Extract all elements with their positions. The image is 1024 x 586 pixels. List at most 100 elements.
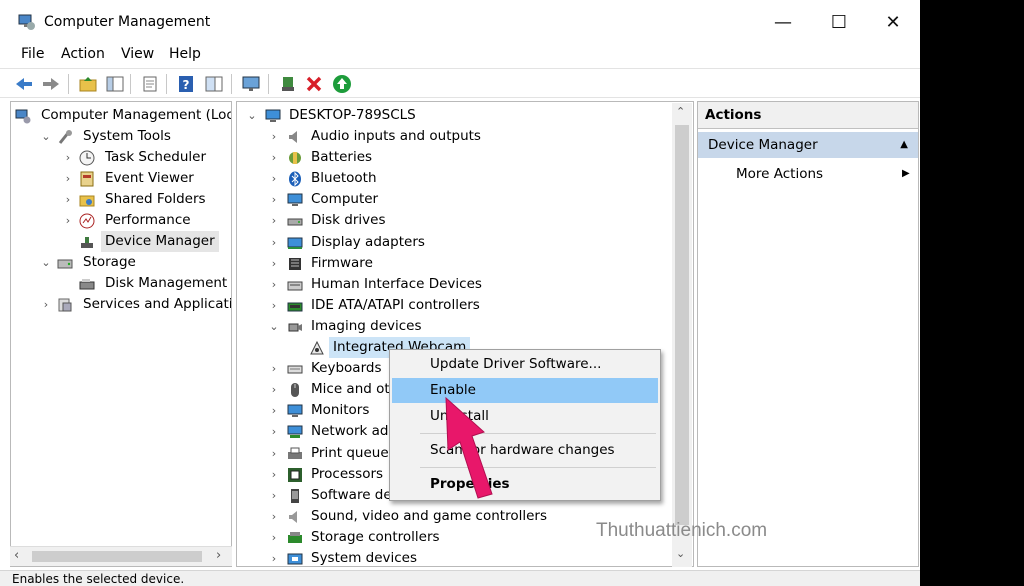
actions-section-device-manager[interactable]: Device Manager ▲ [698, 132, 918, 158]
tree-item-task-scheduler[interactable]: › Task Scheduler [61, 147, 231, 168]
close-button[interactable]: ✕ [870, 8, 916, 38]
computer-management-icon [18, 14, 35, 30]
menu-bar: File Action View Help [0, 44, 920, 66]
chevron-down-icon[interactable]: ⌄ [245, 105, 259, 126]
uninstall-red-x-icon[interactable] [303, 73, 325, 95]
bluetooth-icon [287, 171, 303, 187]
menu-action[interactable]: Action [61, 46, 105, 62]
minimize-button[interactable]: — [760, 8, 806, 38]
keyboard-icon [287, 361, 303, 377]
chevron-right-icon[interactable]: › [267, 548, 281, 566]
chevron-right-icon[interactable]: › [267, 210, 281, 231]
menu-file[interactable]: File [21, 46, 44, 62]
tree-item-event-viewer[interactable]: › Event Viewer [61, 168, 231, 189]
maximize-button[interactable]: ☐ [816, 8, 862, 38]
chevron-right-icon[interactable]: › [267, 506, 281, 527]
monitor-icon [287, 403, 303, 419]
chevron-right-icon[interactable]: › [267, 274, 281, 295]
computer-management-icon [15, 108, 31, 124]
update-driver-icon[interactable] [277, 73, 299, 95]
network-icon [287, 424, 303, 440]
device-category-human-interface-devices[interactable]: › Human Interface Devices [267, 274, 667, 295]
device-category-imaging-devices[interactable]: ⌄ Imaging devices [267, 316, 667, 337]
chevron-right-icon[interactable]: › [61, 147, 75, 168]
scroll-thumb[interactable] [675, 125, 689, 525]
device-tree-root[interactable]: ⌄ DESKTOP-789SCLS [245, 105, 645, 126]
scroll-down-icon[interactable]: ⌄ [676, 547, 685, 560]
storage-icon [57, 255, 73, 271]
device-category-label: Bluetooth [311, 170, 377, 187]
device-category-label: Firmware [311, 254, 373, 271]
console-tree-horizontal-scrollbar[interactable]: ‹ › [10, 546, 232, 566]
device-category-audio-inputs-and-outputs[interactable]: › Audio inputs and outputs [267, 126, 667, 147]
chevron-right-icon[interactable]: › [267, 147, 281, 168]
scroll-left-icon[interactable]: ‹ [14, 548, 19, 563]
device-category-label: Batteries [311, 149, 373, 166]
chevron-right-icon[interactable]: › [61, 189, 75, 210]
show-hide-console-tree-icon[interactable] [104, 73, 126, 95]
forward-arrow-icon[interactable] [40, 73, 62, 95]
device-category-disk-drives[interactable]: › Disk drives [267, 210, 667, 231]
tree-item-system-tools[interactable]: ⌄ System Tools [39, 126, 231, 147]
device-tree-vertical-scrollbar[interactable]: ⌃ ⌄ [672, 103, 692, 567]
tree-item-device-manager[interactable]: Device Manager [61, 231, 231, 252]
device-category-label: Print queues [311, 444, 396, 461]
chevron-right-icon[interactable]: › [267, 421, 281, 442]
help-icon[interactable]: ? [175, 73, 197, 95]
chevron-right-icon[interactable]: › [267, 189, 281, 210]
chevron-right-icon[interactable]: › [39, 294, 53, 315]
collapse-triangle-icon[interactable]: ▲ [900, 132, 908, 158]
chevron-down-icon[interactable]: ⌄ [267, 316, 281, 337]
chevron-right-icon[interactable]: › [61, 168, 75, 189]
menu-view[interactable]: View [121, 46, 154, 62]
tree-item-shared-folders[interactable]: › Shared Folders [61, 189, 231, 210]
monitor-scan-icon[interactable] [240, 73, 262, 95]
enable-green-arrow-icon[interactable] [331, 73, 353, 95]
menu-help[interactable]: Help [169, 46, 201, 62]
chevron-right-icon[interactable]: › [267, 527, 281, 548]
chevron-down-icon[interactable]: ⌄ [39, 126, 53, 147]
tree-item-disk-management[interactable]: Disk Management [61, 273, 231, 294]
performance-icon [79, 213, 95, 229]
chevron-right-icon[interactable]: › [267, 464, 281, 485]
tree-item-services-and-applications[interactable]: › Services and Applications [39, 294, 231, 315]
chevron-right-icon[interactable]: › [267, 443, 281, 464]
tree-item-computer-management-local[interactable]: Computer Management (Local [15, 105, 231, 126]
chevron-right-icon[interactable]: › [267, 400, 281, 421]
device-category-bluetooth[interactable]: › Bluetooth [267, 168, 667, 189]
monitor-icon [287, 192, 303, 208]
device-category-label: Keyboards [311, 360, 382, 377]
tree-item-performance[interactable]: › Performance [61, 210, 231, 231]
camera-icon [287, 319, 303, 335]
chevron-right-icon[interactable]: › [267, 379, 281, 400]
scroll-up-icon[interactable]: ⌃ [676, 105, 685, 118]
device-category-display-adapters[interactable]: › Display adapters [267, 232, 667, 253]
device-category-label: System devices [311, 550, 418, 566]
device-category-firmware[interactable]: › Firmware [267, 253, 667, 274]
device-category-batteries[interactable]: › Batteries [267, 147, 667, 168]
device-category-ide-ata-atapi-controllers[interactable]: › IDE ATA/ATAPI controllers [267, 295, 667, 316]
properties-sheet-icon[interactable] [139, 73, 161, 95]
tree-item-storage[interactable]: ⌄ Storage [39, 252, 231, 273]
tree-item-label: Task Scheduler [105, 149, 207, 165]
scroll-right-icon[interactable]: › [216, 548, 221, 563]
chevron-right-icon[interactable]: › [267, 168, 281, 189]
more-actions-item[interactable]: More Actions ▶ [736, 164, 914, 184]
device-category-computer[interactable]: › Computer [267, 189, 667, 210]
chevron-right-icon[interactable]: › [267, 295, 281, 316]
back-arrow-icon[interactable] [13, 73, 35, 95]
chevron-right-icon[interactable]: › [267, 232, 281, 253]
chevron-right-icon[interactable]: › [267, 358, 281, 379]
scroll-thumb[interactable] [32, 551, 202, 562]
chevron-right-icon[interactable]: › [267, 253, 281, 274]
menu-item-update-driver[interactable]: Update Driver Software... [392, 352, 658, 377]
computer-management-window: Computer Management — ☐ ✕ File Action Vi… [0, 0, 920, 586]
chevron-down-icon[interactable]: ⌄ [39, 252, 53, 273]
ide-icon [287, 298, 303, 314]
device-category-system-devices[interactable]: › System devices [267, 548, 667, 566]
chevron-right-icon[interactable]: › [61, 210, 75, 231]
show-action-pane-icon[interactable] [203, 73, 225, 95]
up-folder-icon[interactable] [77, 73, 99, 95]
chevron-right-icon[interactable]: › [267, 126, 281, 147]
chevron-right-icon[interactable]: › [267, 485, 281, 506]
